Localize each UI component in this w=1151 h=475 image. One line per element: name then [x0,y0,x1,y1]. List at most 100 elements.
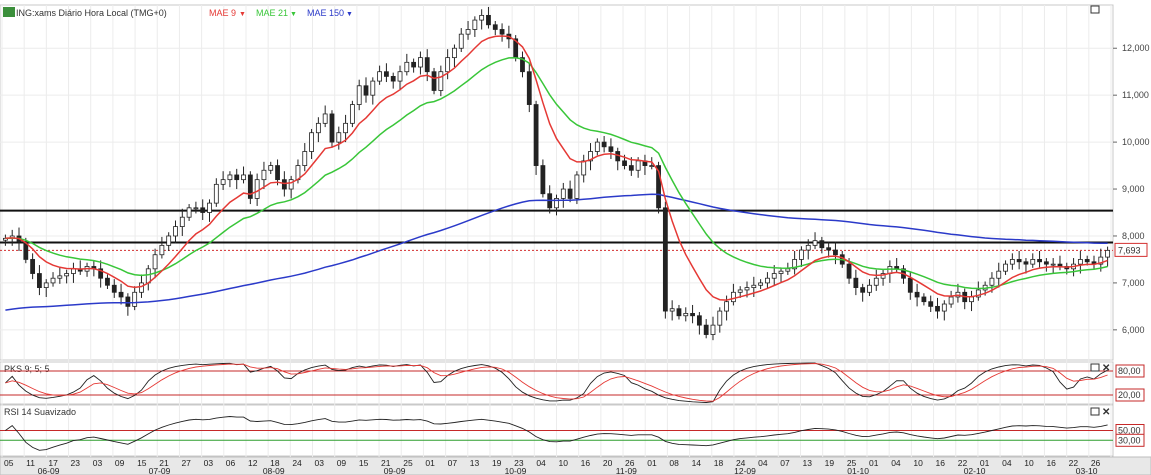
candle-body [799,249,804,260]
x-month-label: 07-09 [149,466,171,475]
x-day-label: 07 [448,458,458,468]
x-day-label: 20 [603,458,613,468]
candle-body [370,80,376,96]
last-price-label: 7,693 [1118,245,1141,255]
candle-body [601,141,607,148]
candle-body [669,308,675,312]
legend-mae21[interactable]: MAE 21 [256,8,288,18]
x-month-label: 12-09 [734,466,756,475]
x-day-label: 11 [26,458,35,468]
candle-body [581,160,587,176]
candle-body [860,287,866,293]
legend-mae9[interactable]: MAE 9 [209,8,236,18]
candle-body [948,296,954,305]
candle-body [533,104,539,166]
candle-body [125,296,131,307]
indicator-level-label: 30,00 [1118,435,1141,445]
x-day-label: 06 [226,458,236,468]
candle-body [50,277,56,284]
candle-body [907,277,913,293]
candle-body [268,165,274,171]
candle-body [139,282,144,293]
x-month-label: 10-09 [505,466,527,475]
candle-body [737,289,743,293]
candle-body [234,174,240,181]
candle-body [1037,259,1042,263]
candle-body [751,284,757,288]
x-day-label: 19 [825,458,835,468]
price-tick-label: 12,000 [1122,43,1150,53]
indicator-title: RSI 14 Suavizado [4,407,76,417]
x-month-label: 08-09 [263,466,285,475]
candle-body [193,207,199,210]
candle-body [1016,259,1022,263]
maximize-icon[interactable] [1090,407,1100,416]
candle-body [833,249,838,256]
x-month-label: 11-09 [616,466,637,475]
candle-body [785,268,791,272]
candle-body [159,244,165,256]
candle-body [207,202,212,213]
x-day-label: 03 [93,458,103,468]
price-tick-label: 9,000 [1122,184,1145,194]
candle-body [1084,259,1090,263]
candle-body [710,324,716,335]
candle-body [778,270,784,274]
candle-body [914,291,920,298]
chevron-down-icon[interactable]: ▼ [346,11,353,18]
candle-body [969,296,974,303]
chart-title[interactable]: ING:xams Diário Hora Local (TMG+0) [16,8,167,18]
candle-body [635,160,641,171]
maximize-icon[interactable] [1090,363,1100,372]
candle-body [356,85,362,105]
candle-body [867,284,872,293]
candle-body [1050,263,1056,266]
candle-body [200,207,206,213]
candle-body [152,254,158,270]
candle-body [220,179,226,185]
legend-mae150[interactable]: MAE 150 [307,8,344,18]
candle-body [1105,249,1110,258]
candle-body [173,226,178,237]
candle-body [996,270,1002,279]
x-day-label: 08 [669,458,679,468]
candle-body [166,235,172,246]
price-tick-label: 10,000 [1122,137,1150,147]
candle-body [322,113,328,124]
candle-body [771,273,777,279]
x-day-label: 18 [714,458,724,468]
close-icon[interactable]: ✕ [1102,407,1110,418]
candle-body [377,71,383,82]
candle-body [397,71,403,82]
candle-body [846,263,852,279]
x-day-label: 16 [936,458,946,468]
candle-body [57,275,63,279]
candle-body [649,165,655,167]
price-tick-label: 8,000 [1122,231,1145,241]
symbol-icon[interactable] [3,7,15,17]
x-day-label: 10 [1024,458,1034,468]
x-day-label: 15 [137,458,147,468]
candle-body [452,47,457,59]
chevron-down-icon[interactable]: ▼ [290,11,297,18]
candle-body [744,287,750,291]
candle-body [690,313,695,317]
candle-body [540,165,546,195]
x-month-label: 01-10 [847,466,869,475]
candle-body [717,310,723,326]
x-day-label: 13 [802,458,812,468]
candle-body [724,301,729,312]
candle-body [662,207,668,312]
candle-body [390,76,396,82]
candle-body [64,273,70,277]
maximize-icon[interactable] [1090,5,1100,14]
candle-body [873,277,879,286]
x-day-label: 10 [559,458,569,468]
candle-body [118,291,124,298]
close-icon[interactable]: ✕ [1102,363,1110,374]
x-day-label: 01 [869,458,879,468]
chevron-down-icon[interactable]: ▼ [239,11,246,18]
candle-body [479,14,485,21]
x-month-label: 03-10 [1076,466,1098,475]
x-day-label: 09 [115,458,125,468]
